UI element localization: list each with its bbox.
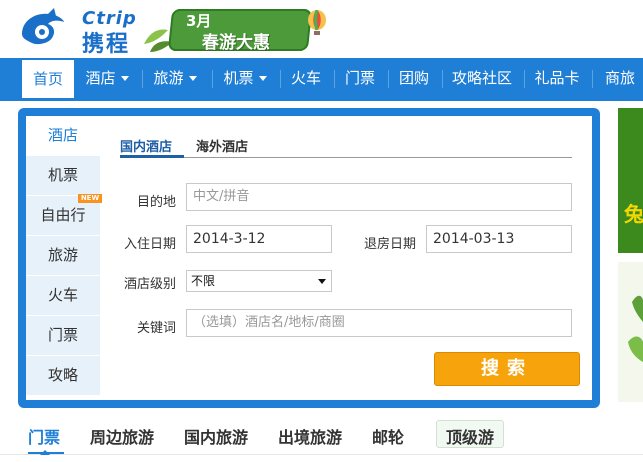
new-badge: NEW (78, 194, 102, 203)
subtab-active-indicator (120, 155, 184, 158)
destination-input[interactable]: 中文/拼音 (186, 183, 572, 211)
tab-nearby-travel[interactable]: 周边旅游 (90, 424, 154, 448)
main-nav: 首页 酒店 旅游 机票 火车 门票 团购 攻略社区 礼品卡 商旅 (0, 58, 643, 101)
nav-guides[interactable]: 攻略社区 (446, 58, 518, 98)
chevron-down-icon (258, 76, 267, 81)
nav-home[interactable]: 首页 (22, 60, 74, 98)
keyword-label: 关键词 (136, 321, 176, 336)
dolphin-logo-icon (22, 8, 64, 45)
side-tab-hotel[interactable]: 酒店 (26, 116, 100, 156)
nav-tickets[interactable]: 门票 (338, 58, 382, 98)
side-tab-flights[interactable]: 机票 (26, 156, 100, 196)
tab-tickets[interactable]: 门票 (28, 424, 60, 448)
side-ad-banner-2[interactable] (618, 262, 643, 402)
balloon-icon (308, 10, 326, 35)
star-level-select[interactable]: 不限 (186, 270, 332, 292)
nav-divider (388, 70, 389, 88)
star-level-value: 不限 (191, 274, 216, 288)
logo-text-cn: 携程 (82, 32, 131, 57)
tab-domestic-hotel[interactable]: 国内酒店 (120, 136, 172, 155)
side-ad-banner[interactable]: 兔 (618, 108, 643, 253)
site-header: Ctrip 携程 3月 春游大惠 (0, 0, 643, 58)
nav-divider (442, 70, 443, 88)
checkin-label: 入住日期 (123, 237, 176, 252)
nav-travel[interactable]: 旅游 (146, 58, 204, 98)
nav-hotel[interactable]: 酒店 (78, 58, 136, 98)
checkout-date-input[interactable]: 2014-03-13 (426, 225, 572, 253)
nav-divider (524, 70, 525, 88)
destination-label: 目的地 (136, 195, 176, 210)
product-tabs: 门票 周边旅游 国内旅游 出境旅游 邮轮 顶级游 (0, 414, 643, 462)
nav-divider (142, 70, 143, 88)
keyword-input[interactable]: （选填）酒店名/地标/商圈 (186, 309, 572, 337)
search-button[interactable]: 搜索 (434, 352, 580, 386)
nav-hotel-label: 酒店 (85, 69, 116, 87)
nav-divider (334, 70, 335, 88)
checkin-date-input[interactable]: 2014-3-12 (186, 225, 332, 253)
side-tab-package-label: 自由行 (40, 206, 86, 224)
chevron-down-icon (120, 76, 129, 81)
promo-title: 春游大惠 (202, 33, 270, 53)
side-tab-package[interactable]: 自由行 NEW (26, 194, 102, 236)
star-level-label: 酒店级别 (123, 277, 176, 292)
search-panel: 酒店 机票 自由行 NEW 旅游 火车 门票 攻略 国内酒店 海外酒店 目的地 … (18, 108, 600, 408)
side-tab-travel[interactable]: 旅游 (26, 236, 100, 276)
search-panel-body: 酒店 机票 自由行 NEW 旅游 火车 门票 攻略 国内酒店 海外酒店 目的地 … (26, 116, 592, 400)
tab-cruise[interactable]: 邮轮 (372, 424, 404, 448)
side-tab-guides[interactable]: 攻略 (26, 356, 100, 396)
nav-travel-label: 旅游 (153, 69, 184, 87)
nav-groupbuy[interactable]: 团购 (392, 58, 436, 98)
nav-divider (592, 70, 593, 88)
subtab-divider (120, 157, 572, 158)
nav-divider (280, 70, 281, 88)
nav-divider (212, 70, 213, 88)
side-ad-text: 兔 (624, 202, 643, 226)
tab-overseas-hotel[interactable]: 海外酒店 (196, 136, 248, 155)
tabs-divider (0, 454, 643, 455)
nav-giftcard[interactable]: 礼品卡 (528, 58, 586, 98)
tab-domestic-travel[interactable]: 国内旅游 (184, 424, 248, 448)
dropdown-arrow-icon (318, 279, 326, 284)
chevron-down-icon (188, 76, 197, 81)
nav-flights[interactable]: 机票 (216, 58, 274, 98)
tab-luxury-travel[interactable]: 顶级游 (446, 424, 494, 448)
nav-flights-label: 机票 (223, 69, 254, 87)
ctrip-logo[interactable]: Ctrip 携程 (18, 6, 138, 57)
plant-icon (628, 295, 643, 362)
side-tab-tickets[interactable]: 门票 (26, 316, 100, 356)
nav-train[interactable]: 火车 (284, 58, 328, 98)
checkout-label: 退房日期 (363, 237, 416, 252)
tab-outbound-travel[interactable]: 出境旅游 (278, 424, 342, 448)
side-tab-train[interactable]: 火车 (26, 276, 100, 316)
spring-promo-banner[interactable]: 3月 春游大惠 (142, 6, 342, 56)
caret-up-icon (40, 450, 50, 455)
nav-business[interactable]: 商旅 (598, 58, 642, 98)
